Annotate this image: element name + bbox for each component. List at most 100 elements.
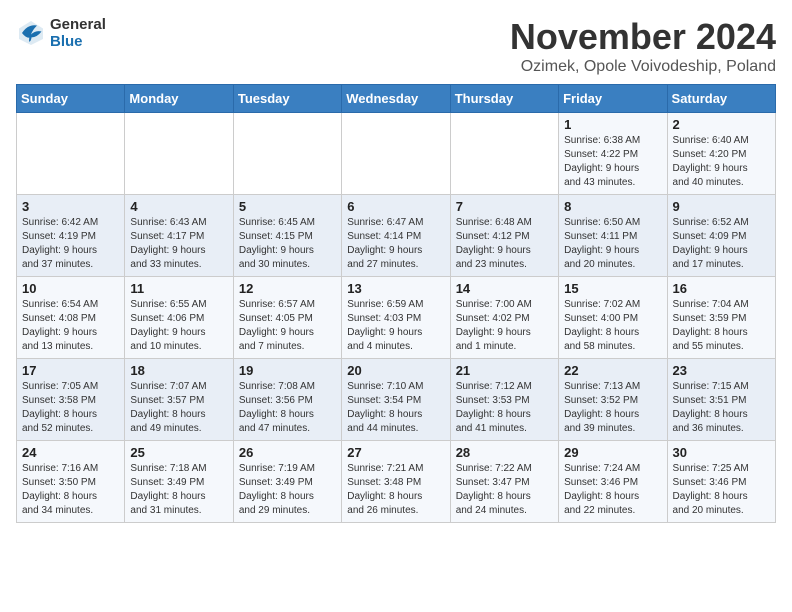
day-number: 17 <box>22 363 119 378</box>
day-info: Sunrise: 7:15 AM Sunset: 3:51 PM Dayligh… <box>673 380 770 436</box>
calendar-cell: 21Sunrise: 7:12 AM Sunset: 3:53 PM Dayli… <box>450 359 558 441</box>
calendar-cell: 27 Sunrise: 7:21 AM Sunset: 3:48 PM Dayli… <box>342 441 450 523</box>
weekday-wednesday: Wednesday <box>342 85 450 113</box>
weekday-sunday: Sunday <box>17 85 125 113</box>
calendar-cell: 25 Sunrise: 7:18 AM Sunset: 3:49 PM Dayli… <box>125 441 233 523</box>
logo-icon <box>16 18 46 48</box>
day-info: Sunrise: 6:48 AM Sunset: 4:12 PM Dayligh… <box>456 216 553 272</box>
day-info: Sunrise: 6:45 AM Sunset: 4:15 PM Dayligh… <box>239 216 336 272</box>
calendar-cell: 28 Sunrise: 7:22 AM Sunset: 3:47 PM Dayli… <box>450 441 558 523</box>
day-number: 29 <box>564 445 661 460</box>
day-number: 18 <box>130 363 227 378</box>
logo: General Blue <box>16 16 106 50</box>
logo-text: General Blue <box>50 16 106 50</box>
day-number: 4 <box>130 199 227 214</box>
day-number: 28 <box>456 445 553 460</box>
day-info: Sunrise: 7:13 AM Sunset: 3:52 PM Dayligh… <box>564 380 661 436</box>
calendar-table: SundayMondayTuesdayWednesdayThursdayFrid… <box>16 84 776 523</box>
day-info: Sunrise: 6:59 AM Sunset: 4:03 PM Dayligh… <box>347 298 444 354</box>
calendar-cell: 11Sunrise: 6:55 AM Sunset: 4:06 PM Dayli… <box>125 277 233 359</box>
day-info: Sunrise: 6:54 AM Sunset: 4:08 PM Dayligh… <box>22 298 119 354</box>
day-number: 16 <box>673 281 770 296</box>
calendar-cell: 26 Sunrise: 7:19 AM Sunset: 3:49 PM Dayli… <box>233 441 341 523</box>
calendar-week-5: 24Sunrise: 7:16 AM Sunset: 3:50 PM Dayli… <box>17 441 776 523</box>
day-number: 1 <box>564 117 661 132</box>
day-number: 23 <box>673 363 770 378</box>
day-info: Sunrise: 7:25 AM Sunset: 3:46 PM Dayligh… <box>673 462 770 518</box>
day-info: Sunrise: 6:57 AM Sunset: 4:05 PM Dayligh… <box>239 298 336 354</box>
day-number: 26 <box>239 445 336 460</box>
weekday-friday: Friday <box>559 85 667 113</box>
title-block: November 2024 Ozimek, Opole Voivodeship,… <box>510 16 776 76</box>
day-number: 2 <box>673 117 770 132</box>
day-number: 25 <box>130 445 227 460</box>
day-info: Sunrise: 7:04 AM Sunset: 3:59 PM Dayligh… <box>673 298 770 354</box>
day-number: 7 <box>456 199 553 214</box>
calendar-cell: 1 Sunrise: 6:38 AM Sunset: 4:22 PM Daylig… <box>559 113 667 195</box>
calendar-cell: 9Sunrise: 6:52 AM Sunset: 4:09 PM Daylig… <box>667 195 775 277</box>
day-info: Sunrise: 7:16 AM Sunset: 3:50 PM Dayligh… <box>22 462 119 518</box>
calendar-cell <box>125 113 233 195</box>
calendar-cell <box>233 113 341 195</box>
day-number: 14 <box>456 281 553 296</box>
calendar-cell <box>17 113 125 195</box>
day-number: 27 <box>347 445 444 460</box>
day-info: Sunrise: 7:07 AM Sunset: 3:57 PM Dayligh… <box>130 380 227 436</box>
calendar-cell: 22 Sunrise: 7:13 AM Sunset: 3:52 PM Dayli… <box>559 359 667 441</box>
weekday-header-row: SundayMondayTuesdayWednesdayThursdayFrid… <box>17 85 776 113</box>
calendar-cell: 6 Sunrise: 6:47 AM Sunset: 4:14 PM Daylig… <box>342 195 450 277</box>
day-info: Sunrise: 7:18 AM Sunset: 3:49 PM Dayligh… <box>130 462 227 518</box>
day-info: Sunrise: 7:22 AM Sunset: 3:47 PM Dayligh… <box>456 462 553 518</box>
calendar-week-2: 3 Sunrise: 6:42 AM Sunset: 4:19 PM Daylig… <box>17 195 776 277</box>
day-number: 5 <box>239 199 336 214</box>
calendar-cell: 3 Sunrise: 6:42 AM Sunset: 4:19 PM Daylig… <box>17 195 125 277</box>
calendar-cell: 23 Sunrise: 7:15 AM Sunset: 3:51 PM Dayli… <box>667 359 775 441</box>
calendar-cell: 16 Sunrise: 7:04 AM Sunset: 3:59 PM Dayli… <box>667 277 775 359</box>
weekday-thursday: Thursday <box>450 85 558 113</box>
day-info: Sunrise: 7:08 AM Sunset: 3:56 PM Dayligh… <box>239 380 336 436</box>
calendar-body: 1 Sunrise: 6:38 AM Sunset: 4:22 PM Daylig… <box>17 113 776 523</box>
calendar-cell: 2 Sunrise: 6:40 AM Sunset: 4:20 PM Daylig… <box>667 113 775 195</box>
day-info: Sunrise: 7:00 AM Sunset: 4:02 PM Dayligh… <box>456 298 553 354</box>
day-info: Sunrise: 6:40 AM Sunset: 4:20 PM Dayligh… <box>673 134 770 190</box>
day-info: Sunrise: 6:42 AM Sunset: 4:19 PM Dayligh… <box>22 216 119 272</box>
day-info: Sunrise: 6:50 AM Sunset: 4:11 PM Dayligh… <box>564 216 661 272</box>
day-number: 8 <box>564 199 661 214</box>
day-info: Sunrise: 7:02 AM Sunset: 4:00 PM Dayligh… <box>564 298 661 354</box>
day-number: 13 <box>347 281 444 296</box>
calendar-cell: 19 Sunrise: 7:08 AM Sunset: 3:56 PM Dayli… <box>233 359 341 441</box>
calendar-cell: 14 Sunrise: 7:00 AM Sunset: 4:02 PM Dayli… <box>450 277 558 359</box>
day-number: 22 <box>564 363 661 378</box>
day-number: 30 <box>673 445 770 460</box>
day-info: Sunrise: 6:52 AM Sunset: 4:09 PM Dayligh… <box>673 216 770 272</box>
day-number: 12 <box>239 281 336 296</box>
calendar-cell <box>450 113 558 195</box>
calendar-cell: 29Sunrise: 7:24 AM Sunset: 3:46 PM Dayli… <box>559 441 667 523</box>
day-number: 10 <box>22 281 119 296</box>
calendar-cell <box>342 113 450 195</box>
day-number: 6 <box>347 199 444 214</box>
calendar-cell: 4 Sunrise: 6:43 AM Sunset: 4:17 PM Daylig… <box>125 195 233 277</box>
calendar-cell: 17 Sunrise: 7:05 AM Sunset: 3:58 PM Dayli… <box>17 359 125 441</box>
day-info: Sunrise: 6:43 AM Sunset: 4:17 PM Dayligh… <box>130 216 227 272</box>
day-number: 3 <box>22 199 119 214</box>
calendar-cell: 30 Sunrise: 7:25 AM Sunset: 3:46 PM Dayli… <box>667 441 775 523</box>
day-info: Sunrise: 7:10 AM Sunset: 3:54 PM Dayligh… <box>347 380 444 436</box>
day-info: Sunrise: 6:38 AM Sunset: 4:22 PM Dayligh… <box>564 134 661 190</box>
calendar-cell: 15Sunrise: 7:02 AM Sunset: 4:00 PM Dayli… <box>559 277 667 359</box>
day-info: Sunrise: 7:12 AM Sunset: 3:53 PM Dayligh… <box>456 380 553 436</box>
day-info: Sunrise: 7:21 AM Sunset: 3:48 PM Dayligh… <box>347 462 444 518</box>
calendar-week-3: 10 Sunrise: 6:54 AM Sunset: 4:08 PM Dayli… <box>17 277 776 359</box>
location-subtitle: Ozimek, Opole Voivodeship, Poland <box>510 58 776 76</box>
day-info: Sunrise: 6:55 AM Sunset: 4:06 PM Dayligh… <box>130 298 227 354</box>
weekday-saturday: Saturday <box>667 85 775 113</box>
calendar-cell: 8 Sunrise: 6:50 AM Sunset: 4:11 PM Daylig… <box>559 195 667 277</box>
day-info: Sunrise: 7:19 AM Sunset: 3:49 PM Dayligh… <box>239 462 336 518</box>
calendar-cell: 18 Sunrise: 7:07 AM Sunset: 3:57 PM Dayli… <box>125 359 233 441</box>
calendar-cell: 20Sunrise: 7:10 AM Sunset: 3:54 PM Dayli… <box>342 359 450 441</box>
month-title: November 2024 <box>510 16 776 58</box>
day-info: Sunrise: 6:47 AM Sunset: 4:14 PM Dayligh… <box>347 216 444 272</box>
day-info: Sunrise: 7:05 AM Sunset: 3:58 PM Dayligh… <box>22 380 119 436</box>
calendar-cell: 24Sunrise: 7:16 AM Sunset: 3:50 PM Dayli… <box>17 441 125 523</box>
day-number: 19 <box>239 363 336 378</box>
